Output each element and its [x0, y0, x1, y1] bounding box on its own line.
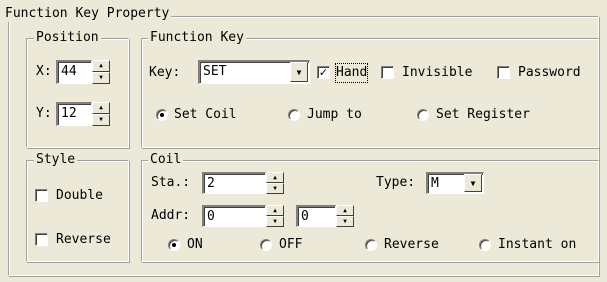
instant-on-label: Instant on [498, 237, 577, 252]
function-key-group [141, 38, 599, 148]
set-register-label: Set Register [436, 107, 530, 122]
spin-down-icon[interactable]: ▼ [92, 114, 110, 126]
set-coil-radio[interactable] [156, 109, 168, 121]
x-spinner[interactable]: ▲ ▼ [92, 60, 110, 84]
chevron-down-icon[interactable]: ▼ [464, 174, 482, 192]
spin-down-icon[interactable]: ▼ [266, 216, 284, 227]
addr-spinner-1[interactable]: ▲ ▼ [266, 205, 284, 227]
y-spinner[interactable]: ▲ ▼ [92, 102, 110, 126]
sta-label: Sta.: [151, 175, 191, 190]
sta-input[interactable]: 2 [202, 172, 266, 194]
jump-to-radio[interactable] [288, 109, 300, 121]
function-key-property-title: Function Key Property [3, 6, 172, 22]
invisible-label: Invisible [402, 65, 473, 80]
function-key-legend: Function Key [148, 30, 246, 46]
double-label: Double [56, 188, 103, 203]
type-label: Type: [376, 175, 416, 190]
off-label: OFF [279, 237, 303, 252]
hand-label: Hand [334, 63, 369, 83]
jump-to-label: Jump to [307, 107, 362, 122]
spin-up-icon[interactable]: ▲ [266, 205, 284, 216]
addr-input-1[interactable]: 0 [202, 205, 266, 227]
double-checkbox[interactable] [35, 189, 48, 202]
on-label: ON [187, 237, 203, 252]
x-input[interactable]: 44 [56, 60, 92, 84]
position-group [26, 38, 129, 148]
y-input[interactable]: 12 [56, 102, 92, 126]
set-register-radio[interactable] [417, 109, 429, 121]
password-checkbox[interactable] [497, 66, 510, 79]
set-coil-label: Set Coil [174, 107, 237, 122]
off-radio[interactable] [260, 239, 272, 251]
sta-spinner[interactable]: ▲ ▼ [266, 172, 284, 194]
reverse-radio-label: Reverse [384, 237, 439, 252]
chevron-down-icon[interactable]: ▼ [290, 62, 308, 82]
key-label: Key: [149, 65, 181, 80]
spin-down-icon[interactable]: ▼ [92, 72, 110, 84]
spin-down-icon[interactable]: ▼ [336, 216, 354, 227]
addr-input-2[interactable]: 0 [296, 205, 336, 227]
instant-on-radio[interactable] [479, 239, 491, 251]
password-label: Password [518, 65, 581, 80]
spin-down-icon[interactable]: ▼ [266, 183, 284, 194]
reverse-checkbox[interactable] [35, 233, 48, 246]
invisible-checkbox[interactable] [381, 66, 394, 79]
spin-up-icon[interactable]: ▲ [92, 102, 110, 114]
on-radio[interactable] [168, 239, 180, 251]
hand-checkbox[interactable]: ✓ [317, 66, 330, 79]
style-legend: Style [34, 152, 78, 168]
position-legend: Position [34, 30, 101, 46]
spin-up-icon[interactable]: ▲ [92, 60, 110, 72]
y-label: Y: [36, 106, 52, 121]
spin-up-icon[interactable]: ▲ [336, 205, 354, 216]
addr-spinner-2[interactable]: ▲ ▼ [336, 205, 354, 227]
addr-label: Addr: [151, 208, 191, 223]
reverse-label: Reverse [56, 232, 111, 247]
coil-legend: Coil [148, 152, 184, 168]
spin-up-icon[interactable]: ▲ [266, 172, 284, 183]
x-label: X: [36, 64, 52, 79]
reverse-radio[interactable] [365, 239, 377, 251]
